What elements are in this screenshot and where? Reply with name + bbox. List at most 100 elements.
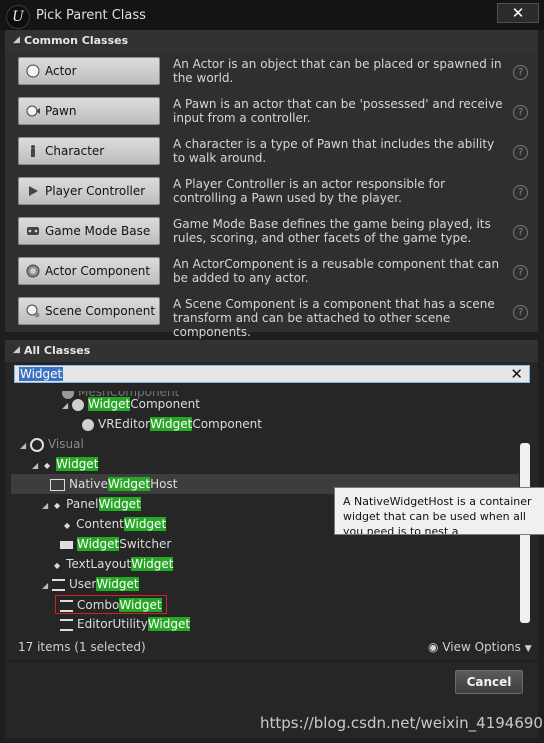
common-classes-header[interactable]: ◢ Common Classes xyxy=(5,30,538,52)
help-icon[interactable]: ? xyxy=(513,145,528,160)
view-options-label: View Options xyxy=(442,640,521,654)
visual-icon xyxy=(29,437,44,452)
tree-item[interactable]: NativeWidgetHost xyxy=(50,477,177,491)
tree-text-match: Widget xyxy=(123,517,167,531)
watermark: https://blog.csdn.net/weixin_41946900 xyxy=(260,714,544,732)
pawn-button-label: Pawn xyxy=(45,104,77,118)
unreal-logo-icon: U xyxy=(6,5,30,29)
tree-text-match: Widget xyxy=(150,417,193,431)
character-button-label: Character xyxy=(45,144,105,158)
expand-arrow-icon: ◢ xyxy=(42,581,49,590)
tree-item[interactable]: ◆ TextLayoutWidget xyxy=(52,557,174,571)
tree-text-match: Widget xyxy=(56,457,99,471)
tree-text-match: Widget xyxy=(98,497,141,511)
tree-text-match: Widget xyxy=(87,397,131,411)
player-controller-button[interactable]: Player Controller xyxy=(18,177,160,205)
collapse-arrow-icon: ◢ xyxy=(13,35,20,45)
tree-item[interactable]: ◆ ContentWidget xyxy=(62,517,167,531)
tree-text-pre: Native xyxy=(69,477,108,491)
section-title: Common Classes xyxy=(24,34,129,47)
pawn-icon xyxy=(26,105,40,117)
expand-arrow-icon: ◢ xyxy=(20,441,27,450)
pawn-button[interactable]: Pawn xyxy=(18,97,160,125)
tree-item[interactable]: ◢ UserWidget xyxy=(42,577,139,591)
tree-text-pre: Combo xyxy=(77,598,120,612)
clear-search-icon[interactable]: ✕ xyxy=(510,365,523,383)
class-tooltip: A NativeWidgetHost is a container widget… xyxy=(334,487,544,535)
help-icon[interactable]: ? xyxy=(513,305,528,320)
search-value: Widget xyxy=(19,367,64,381)
actor-button-label: Actor xyxy=(45,64,77,78)
player-controller-description: A Player Controller is an actor responsi… xyxy=(173,177,446,205)
diamond-icon: ◆ xyxy=(54,561,61,570)
user-widget-icon xyxy=(60,599,73,612)
tree-text-post: Component xyxy=(192,417,262,431)
class-search-input[interactable]: Widget ✕ xyxy=(14,365,530,383)
window-title: Pick Parent Class xyxy=(36,8,146,23)
component-icon xyxy=(82,418,94,431)
collapse-arrow-icon: ◢ xyxy=(13,345,20,355)
tree-text-pre: User xyxy=(68,577,97,591)
tree-item[interactable]: ◢ WidgetComponent xyxy=(62,397,200,411)
game-mode-base-button[interactable]: Game Mode Base xyxy=(18,217,160,245)
user-widget-icon xyxy=(51,578,65,591)
tree-item[interactable]: WidgetSwitcher xyxy=(60,537,171,551)
expand-arrow-icon: ◢ xyxy=(42,501,49,510)
common-classes-panel: Actor An Actor is an object that can be … xyxy=(5,52,538,339)
tree-item[interactable]: ◢ ◆ Widget xyxy=(32,457,99,471)
section-title: All Classes xyxy=(24,344,91,357)
actor-icon xyxy=(26,64,40,78)
tree-item-text: Visual xyxy=(47,437,84,451)
expand-arrow-icon: ◢ xyxy=(32,461,39,470)
selected-tree-item[interactable]: ComboWidget xyxy=(55,595,167,614)
character-description: A character is a type of Pawn that inclu… xyxy=(173,137,495,165)
tree-text-post: Host xyxy=(150,477,178,491)
native-widget-host-icon xyxy=(50,478,65,491)
tree-item[interactable]: EditorUtilityWidget xyxy=(60,617,191,631)
pawn-description: A Pawn is an actor that can be 'possesse… xyxy=(173,97,503,125)
scene-component-icon xyxy=(26,304,40,318)
actor-component-button-label: Actor Component xyxy=(45,264,151,278)
game-mode-base-button-label: Game Mode Base xyxy=(45,224,151,238)
tree-item-visual[interactable]: ◢ Visual xyxy=(20,437,84,452)
item-count: 17 items (1 selected) xyxy=(18,640,146,654)
actor-component-description: An ActorComponent is a reusable componen… xyxy=(173,257,500,285)
actor-component-button[interactable]: Actor Component xyxy=(18,257,160,285)
tree-text-pre: EditorUtility xyxy=(77,617,148,631)
help-icon[interactable]: ? xyxy=(513,225,528,240)
player-controller-icon xyxy=(29,186,38,196)
tree-text-pre: VREditor xyxy=(98,417,151,431)
scene-component-description: A Scene Component is a component that ha… xyxy=(173,297,495,339)
tree-item[interactable]: VREditorWidgetComponent xyxy=(82,417,262,431)
game-mode-icon xyxy=(27,227,39,235)
actor-description: An Actor is an object that can be placed… xyxy=(173,57,502,85)
help-icon[interactable]: ? xyxy=(513,185,528,200)
tree-text-pre: Content xyxy=(76,517,124,531)
tree-item[interactable]: ◢ ◆ PanelWidget xyxy=(42,497,141,511)
scene-component-button-label: Scene Component xyxy=(45,304,156,318)
character-button[interactable]: Character xyxy=(18,137,160,165)
actor-component-icon xyxy=(26,264,40,278)
cancel-button[interactable]: Cancel xyxy=(455,670,523,694)
tree-text-match: Widget xyxy=(96,577,139,591)
player-controller-button-label: Player Controller xyxy=(45,184,146,198)
scene-component-button[interactable]: Scene Component xyxy=(18,297,160,325)
help-icon[interactable]: ? xyxy=(513,265,528,280)
actor-button[interactable]: Actor xyxy=(18,57,160,85)
tree-text-pre: Panel xyxy=(66,497,99,511)
diamond-icon: ◆ xyxy=(43,461,51,470)
user-widget-icon xyxy=(60,618,73,631)
help-icon[interactable]: ? xyxy=(513,65,528,80)
view-options-button[interactable]: ◉ View Options ▼ xyxy=(428,640,532,654)
character-icon xyxy=(31,145,35,157)
tree-text-pre: TextLayout xyxy=(66,557,132,571)
eye-icon: ◉ xyxy=(428,640,439,654)
help-icon[interactable]: ? xyxy=(513,105,528,120)
game-mode-base-description: Game Mode Base defines the game being pl… xyxy=(173,217,491,245)
tree-text-post: Switcher xyxy=(119,537,172,551)
close-button[interactable]: ✕ xyxy=(497,3,539,23)
diamond-icon: ◆ xyxy=(64,521,71,530)
all-classes-header[interactable]: ◢ All Classes xyxy=(5,340,538,362)
tree-text-match: Widget xyxy=(147,617,191,631)
expand-arrow-icon: ◢ xyxy=(62,401,69,410)
